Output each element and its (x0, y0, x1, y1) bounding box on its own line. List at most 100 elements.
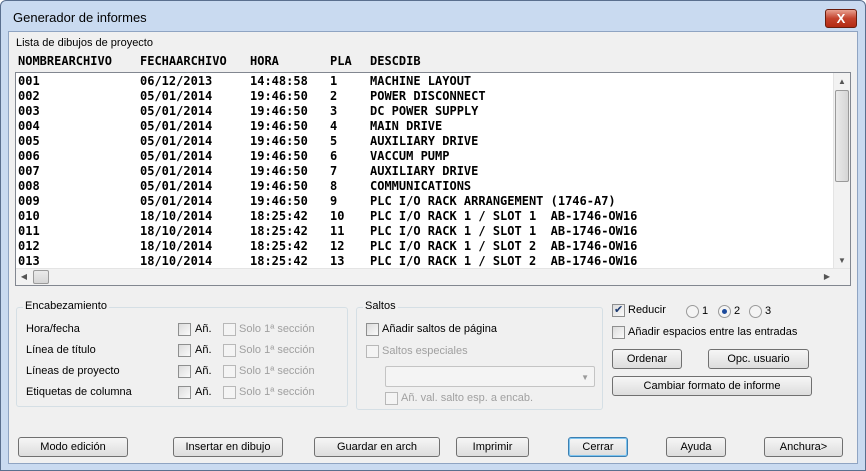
scroll-up-arrow-icon[interactable]: ▲ (834, 73, 850, 90)
cell-nombrearchivo: 005 (18, 134, 40, 148)
etiquetas-columna-label: Etiquetas de columna (26, 386, 132, 398)
cell-fechaarchivo: 18/10/2014 (140, 254, 213, 268)
insertar-en-dibujo-button[interactable]: Insertar en dibujo (173, 437, 283, 457)
page-breaks-checkbox[interactable] (366, 323, 379, 336)
dialog-body: Lista de dibujos de proyecto NOMBREARCHI… (8, 31, 858, 464)
vertical-scroll-thumb[interactable] (835, 90, 849, 182)
cell-descdib: AUXILIARY DRIVE (370, 134, 479, 148)
cambiar-formato-button[interactable]: Cambiar formato de informe (612, 376, 812, 396)
cell-hora: 19:46:50 (250, 149, 308, 163)
cell-hora: 19:46:50 (250, 164, 308, 178)
special-breaks-select[interactable]: ▼ (385, 366, 595, 387)
title-bar: Generador de informes X (1, 1, 865, 31)
table-row[interactable]: 005 05/01/2014 19:46:50 5 AUXILIARY DRIVE (16, 134, 836, 149)
encabezamiento-group: Encabezamiento Hora/fecha Añ. Solo 1ª se… (16, 300, 348, 407)
table-row[interactable]: 004 05/01/2014 19:46:50 4 MAIN DRIVE (16, 119, 836, 134)
radio-3[interactable] (749, 305, 762, 318)
col-header-fechaarchivo[interactable]: FECHAARCHIVO (140, 54, 227, 68)
close-window-button[interactable]: X (825, 9, 857, 28)
cell-fechaarchivo: 18/10/2014 (140, 224, 213, 238)
radio-2-label: 2 (734, 305, 741, 317)
lineas-proyecto-an-checkbox[interactable] (178, 365, 191, 378)
scroll-down-arrow-icon[interactable]: ▼ (834, 252, 850, 269)
linea-titulo-solo-checkbox[interactable] (223, 344, 236, 357)
radio-1[interactable] (686, 305, 699, 318)
cell-hora: 14:48:58 (250, 74, 308, 88)
horizontal-scrollbar[interactable]: ◀ ▶ (16, 268, 850, 285)
special-breaks-label: Saltos especiales (382, 345, 468, 357)
chevron-down-icon: ▼ (581, 373, 589, 382)
col-header-pla[interactable]: PLA (330, 54, 352, 68)
table-row[interactable]: 007 05/01/2014 19:46:50 7 AUXILIARY DRIVE (16, 164, 836, 179)
cell-fechaarchivo: 05/01/2014 (140, 149, 213, 163)
horizontal-scroll-thumb[interactable] (33, 270, 49, 284)
table-row[interactable]: 013 18/10/2014 18:25:42 13 PLC I/O RACK 1 / … (16, 254, 836, 269)
guardar-en-arch-button[interactable]: Guardar en arch (314, 437, 440, 457)
table-row[interactable]: 011 18/10/2014 18:25:42 11 PLC I/O RACK 1 / … (16, 224, 836, 239)
ordenar-button[interactable]: Ordenar (612, 349, 682, 369)
imprimir-button[interactable]: Imprimir (456, 437, 529, 457)
cell-descdib: MACHINE LAYOUT (370, 74, 472, 88)
cell-descdib: PLC I/O RACK 1 / SLOT 1 AB-1746-OW16 (370, 209, 638, 223)
cell-fechaarchivo: 05/01/2014 (140, 194, 213, 208)
cerrar-button[interactable]: Cerrar (568, 437, 628, 457)
table-row[interactable]: 010 18/10/2014 18:25:42 10 PLC I/O RACK 1 / … (16, 209, 836, 224)
etiquetas-columna-an-label: Añ. (195, 386, 212, 398)
radio-2[interactable] (718, 305, 731, 318)
hora-fecha-solo-checkbox[interactable] (223, 323, 236, 336)
cell-fechaarchivo: 05/01/2014 (140, 104, 213, 118)
cell-nombrearchivo: 012 (18, 239, 40, 253)
cell-fechaarchivo: 05/01/2014 (140, 164, 213, 178)
cell-pla: 12 (330, 239, 345, 253)
linea-titulo-label: Línea de título (26, 344, 96, 356)
cell-hora: 19:46:50 (250, 89, 308, 103)
anchura-button[interactable]: Anchura> (764, 437, 843, 457)
etiquetas-columna-solo-label: Solo 1ª sección (239, 386, 315, 398)
drawing-list[interactable]: 001 06/12/2013 14:48:58 1 MACHINE LAYOUT 002 0… (15, 72, 851, 286)
etiquetas-columna-an-checkbox[interactable] (178, 386, 191, 399)
cell-pla: 7 (330, 164, 338, 178)
add-spaces-label: Añadir espacios entre las entradas (628, 326, 798, 338)
cell-descdib: PLC I/O RACK 1 / SLOT 2 AB-1746-OW16 (370, 254, 638, 268)
reducir-checkbox[interactable] (612, 303, 625, 317)
table-row[interactable]: 009 05/01/2014 19:46:50 9 PLC I/O RACK ARRAN… (16, 194, 836, 209)
column-headers: NOMBREARCHIVO FECHAARCHIVO HORA PLA DESC… (18, 54, 838, 69)
hora-fecha-label: Hora/fecha (26, 323, 80, 335)
special-breaks-checkbox[interactable] (366, 345, 379, 358)
cell-fechaarchivo: 05/01/2014 (140, 134, 213, 148)
table-row[interactable]: 008 05/01/2014 19:46:50 8 COMMUNICATIONS (16, 179, 836, 194)
cell-pla: 8 (330, 179, 338, 193)
table-row[interactable]: 006 05/01/2014 19:46:50 6 VACCUM PUMP (16, 149, 836, 164)
cell-nombrearchivo: 001 (18, 74, 40, 88)
hora-fecha-an-checkbox[interactable] (178, 323, 191, 336)
col-header-nombrearchivo[interactable]: NOMBREARCHIVO (18, 54, 112, 68)
cell-pla: 5 (330, 134, 338, 148)
radio-3-label: 3 (765, 305, 772, 317)
col-header-descdib[interactable]: DESCDIB (370, 54, 421, 68)
cell-nombrearchivo: 003 (18, 104, 40, 118)
table-row[interactable]: 003 05/01/2014 19:46:50 3 DC POWER SUPPLY (16, 104, 836, 119)
modo-edicion-button[interactable]: Modo edición (18, 437, 128, 457)
vertical-scrollbar[interactable]: ▲ ▼ (833, 73, 850, 269)
table-row[interactable]: 002 05/01/2014 19:46:50 2 POWER DISCONNECT (16, 89, 836, 104)
opc-usuario-button[interactable]: Opc. usuario (708, 349, 809, 369)
saltos-group: Saltos Añadir saltos de página Saltos es… (356, 300, 603, 410)
lineas-proyecto-solo-checkbox[interactable] (223, 365, 236, 378)
linea-titulo-an-checkbox[interactable] (178, 344, 191, 357)
col-header-hora[interactable]: HORA (250, 54, 279, 68)
header-value-checkbox[interactable] (385, 392, 398, 405)
etiquetas-columna-solo-checkbox[interactable] (223, 386, 236, 399)
cell-pla: 2 (330, 89, 338, 103)
ayuda-button[interactable]: Ayuda (666, 437, 726, 457)
table-row[interactable]: 012 18/10/2014 18:25:42 12 PLC I/O RACK 1 / … (16, 239, 836, 254)
scroll-left-arrow-icon[interactable]: ◀ (16, 269, 32, 285)
header-value-label: Añ. val. salto esp. a encab. (401, 392, 534, 404)
cell-descdib: VACCUM PUMP (370, 149, 450, 163)
table-row[interactable]: 001 06/12/2013 14:48:58 1 MACHINE LAYOUT (16, 74, 836, 89)
add-spaces-checkbox[interactable] (612, 326, 625, 339)
cell-pla: 13 (330, 254, 345, 268)
cell-fechaarchivo: 05/01/2014 (140, 89, 213, 103)
cell-hora: 19:46:50 (250, 119, 308, 133)
scroll-right-arrow-icon[interactable]: ▶ (819, 269, 835, 285)
cell-descdib: AUXILIARY DRIVE (370, 164, 479, 178)
